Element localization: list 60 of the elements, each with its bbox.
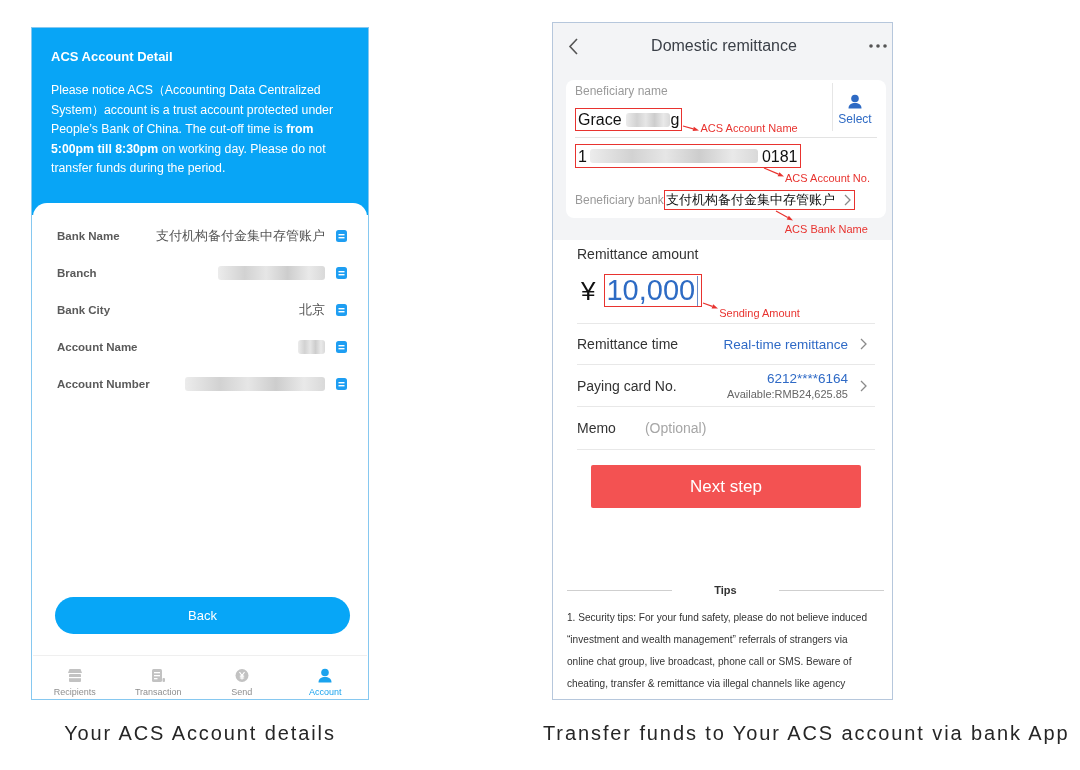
tips-text: 1. Security tips: For your fund safety, please do not believe induced “investment and wealth management” referrals of strangers via online chat group, live broadcast, phone call or SMS. Beware of cheating, transfer & remittance via illegal channels like agency xyxy=(567,611,868,691)
annotation-label: ACS Account No. xyxy=(785,172,870,185)
card-number[interactable]: 6212****6164 xyxy=(766,370,848,387)
field-label: Account Number xyxy=(57,378,151,390)
document-icon[interactable] xyxy=(336,267,347,279)
memo-field[interactable]: (Optional) xyxy=(644,417,875,439)
field-value: 支付机构备付金集中存管账户 xyxy=(156,227,325,245)
bank-name: 支付机构备付金集中存管账户 xyxy=(665,191,835,209)
balance-text: Available:RMB24,625.85 xyxy=(727,386,848,401)
receipt-icon xyxy=(150,668,167,683)
screen-title: ACS Account Detail xyxy=(51,49,174,65)
field-label: Remittance amount xyxy=(577,246,700,262)
field-label: Bank Name xyxy=(57,230,121,242)
field-label: Remittance time xyxy=(577,336,679,352)
text-cursor xyxy=(697,275,699,306)
account-number: 0181 xyxy=(761,146,798,167)
currency-symbol: ¥ xyxy=(581,275,596,306)
back-icon[interactable] xyxy=(568,37,579,55)
annotation-label: Sending Amount xyxy=(719,307,800,320)
chevron-right-icon[interactable] xyxy=(860,379,867,392)
person-icon xyxy=(317,668,334,683)
notice-text: Please notice ACS（Accounting Data Centralized System）account is a trust account protected under People’s Bank of China. The cut-off time is from 5:00pm till 8:30pm on working day. Please do not transfer funds during the period. xyxy=(51,82,334,177)
field-label: Branch xyxy=(57,267,98,279)
screen-title: Domestic remittance xyxy=(650,37,798,55)
more-icon[interactable] xyxy=(869,44,887,48)
caption-text: Transfer funds to Your ACS account via bank App xyxy=(543,721,1070,745)
nav-tab[interactable]: Account xyxy=(283,656,367,699)
next-step-button[interactable]: Next step xyxy=(591,465,861,508)
chevron-right-icon[interactable] xyxy=(843,194,851,206)
account-number: 1 xyxy=(578,146,587,167)
section-title: Tips xyxy=(714,583,737,597)
field-label: Bank City xyxy=(57,304,112,316)
nav-tab[interactable]: Transaction xyxy=(116,656,200,699)
pointer-arrow xyxy=(702,302,720,310)
document-icon[interactable] xyxy=(336,341,347,353)
document-icon[interactable] xyxy=(336,230,347,242)
person-icon xyxy=(847,94,863,109)
nav-tab[interactable]: Recipients xyxy=(33,656,117,699)
field-label: Beneficiary name xyxy=(575,83,668,99)
caption-text: Your ACS Account details xyxy=(64,721,336,745)
amount-field[interactable]: 10,000 xyxy=(604,274,703,307)
redacted-text xyxy=(625,112,670,127)
annotation-label: ACS Bank Name xyxy=(784,223,868,236)
option-value[interactable]: Real-time remittance xyxy=(723,336,848,352)
name-text: g xyxy=(670,110,680,130)
field-label: Memo xyxy=(577,420,616,436)
annotation-label: ACS Account Name xyxy=(700,122,798,135)
chevron-right-icon[interactable] xyxy=(860,338,867,350)
field-label: Paying card No. xyxy=(577,377,677,394)
document-icon[interactable] xyxy=(336,378,347,390)
store-icon xyxy=(66,668,83,683)
nav-tab[interactable]: Send xyxy=(200,656,284,699)
field-value: 北京 xyxy=(299,301,325,319)
coin-icon xyxy=(233,668,250,683)
document-icon[interactable] xyxy=(336,304,347,316)
name-text: Grace xyxy=(578,110,622,130)
back-button[interactable]: Back xyxy=(55,597,350,634)
field-label: Account Name xyxy=(57,341,139,353)
field-label: Beneficiary bank xyxy=(575,192,664,208)
select-button[interactable]: Select xyxy=(832,83,877,131)
